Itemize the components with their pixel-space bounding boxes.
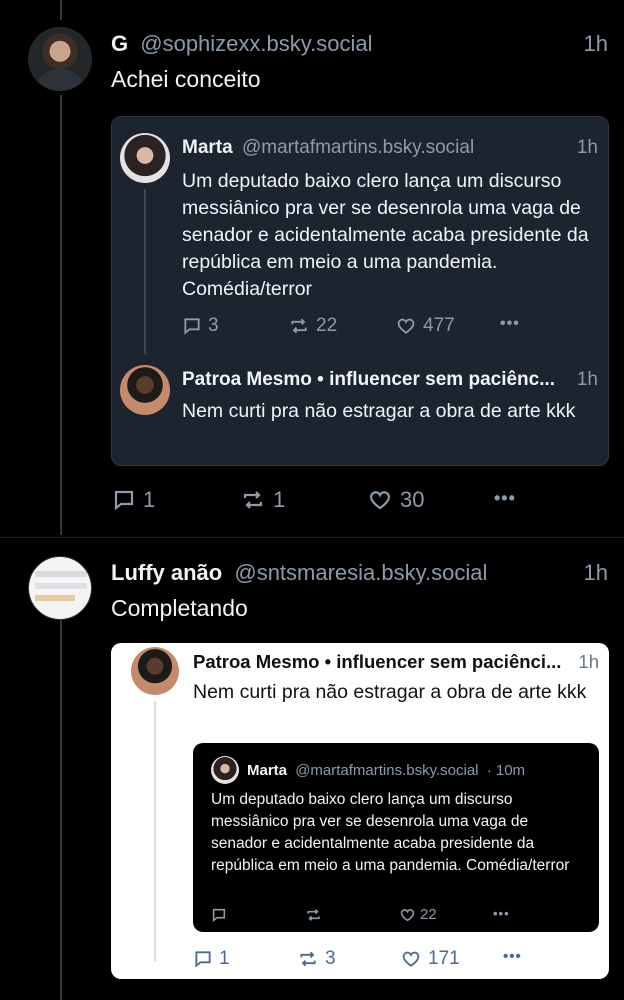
heart-icon	[397, 318, 415, 334]
like-count: 477	[423, 315, 455, 336]
repost-count: 3	[325, 948, 336, 969]
reply-text: Nem curti pra não estragar a obra de art…	[182, 400, 576, 422]
divider	[0, 537, 624, 538]
reply-count: 1	[219, 948, 230, 969]
author-name[interactable]: Luffy anão	[111, 560, 222, 585]
reply-button[interactable]: 1	[193, 948, 230, 970]
quote-text: Um deputado baixo clero lança um discurs…	[182, 170, 589, 300]
repost-button[interactable]	[305, 907, 322, 923]
reply-icon	[114, 490, 134, 511]
repost-icon	[291, 318, 307, 334]
like-button[interactable]: 22	[399, 906, 437, 923]
embedded-time: · 10m	[486, 762, 526, 779]
reply-time: 1h	[576, 369, 598, 390]
avatar[interactable]	[28, 556, 92, 620]
like-count: 30	[400, 487, 425, 512]
avatar-shoulders	[38, 69, 82, 91]
post-header: G @sophizexx.bsky.social	[111, 31, 373, 57]
reply-header: Patroa Mesmo • influencer sem paciênc...	[182, 369, 555, 391]
embedded-header: Marta @martafmartins.bsky.social · 10m	[247, 762, 525, 779]
quote-author-name[interactable]: Patroa Mesmo • influencer sem paciênci..…	[193, 651, 561, 672]
heart-icon	[400, 908, 415, 921]
quote-author-handle[interactable]: @martafmartins.bsky.social	[242, 137, 474, 158]
post-header: Luffy anão @sntsmaresia.bsky.social	[111, 560, 487, 586]
embedded-author-name[interactable]: Marta	[247, 762, 287, 779]
post-time: 1h	[583, 560, 608, 585]
quote-card[interactable]: Marta @martafmartins.bsky.social 1h Um d…	[111, 116, 609, 466]
more-icon[interactable]: •••	[500, 315, 520, 333]
thread-line	[60, 95, 62, 535]
avatar[interactable]	[120, 365, 170, 415]
like-count: 171	[428, 948, 460, 969]
author-handle[interactable]: @sntsmaresia.bsky.social	[234, 560, 487, 585]
repost-button[interactable]: 1	[239, 487, 285, 513]
reply-icon	[212, 908, 226, 922]
repost-icon	[243, 491, 263, 509]
reply-count: 3	[208, 315, 219, 336]
repost-button[interactable]: 22	[288, 315, 337, 337]
avatar[interactable]	[211, 756, 239, 784]
quote-time: 1h	[578, 651, 599, 672]
thread-line	[144, 189, 146, 354]
embedded-text: Um deputado baixo clero lança um discurs…	[211, 791, 570, 874]
repost-icon	[307, 909, 320, 921]
avatar-screenshot-row	[35, 571, 87, 577]
avatar[interactable]	[28, 27, 92, 91]
post-time: 1h	[583, 31, 608, 56]
like-button[interactable]: 477	[395, 315, 455, 337]
quote-time: 1h	[576, 137, 598, 158]
repost-count: 1	[273, 487, 286, 512]
reply-button[interactable]	[211, 907, 227, 923]
reply-icon	[184, 318, 200, 335]
repost-icon	[300, 951, 316, 967]
more-icon[interactable]: •••	[503, 948, 522, 965]
quote-card[interactable]: Patroa Mesmo • influencer sem paciênci..…	[111, 643, 609, 979]
reply-button[interactable]: 1	[111, 487, 155, 513]
post-text: Completando	[111, 595, 248, 621]
post-text: Achei conceito	[111, 66, 261, 92]
reply-button[interactable]: 3	[182, 315, 219, 337]
like-button[interactable]: 30	[366, 487, 424, 513]
more-icon[interactable]: •••	[494, 488, 516, 509]
reply-count: 1	[143, 487, 156, 512]
avatar[interactable]	[131, 647, 179, 695]
author-handle[interactable]: @sophizexx.bsky.social	[140, 31, 372, 56]
avatar-screenshot-row	[35, 595, 75, 601]
like-count: 22	[420, 906, 437, 923]
quote-header: Marta @martafmartins.bsky.social	[182, 137, 474, 159]
more-icon[interactable]: •••	[493, 906, 510, 921]
embedded-author-handle[interactable]: @martafmartins.bsky.social	[295, 762, 478, 779]
quote-text: Nem curti pra não estragar a obra de art…	[193, 681, 587, 703]
heart-icon	[369, 491, 391, 510]
thread-line	[60, 620, 62, 1000]
avatar[interactable]	[120, 133, 170, 183]
quote-author-name[interactable]: Marta	[182, 137, 233, 158]
heart-icon	[402, 951, 420, 967]
repost-count: 22	[316, 315, 338, 336]
reply-author-name[interactable]: Patroa Mesmo • influencer sem paciênc...	[182, 369, 555, 390]
author-name[interactable]: G	[111, 31, 128, 56]
quote-header: Patroa Mesmo • influencer sem paciênci..…	[193, 651, 561, 673]
repost-button[interactable]: 3	[297, 948, 336, 970]
like-button[interactable]: 171	[400, 948, 460, 970]
thread-line	[60, 0, 62, 20]
reply-icon	[195, 951, 211, 968]
avatar-screenshot-row	[35, 583, 87, 589]
thread-line	[154, 701, 156, 961]
embedded-post[interactable]: Marta @martafmartins.bsky.social · 10m U…	[193, 743, 599, 932]
